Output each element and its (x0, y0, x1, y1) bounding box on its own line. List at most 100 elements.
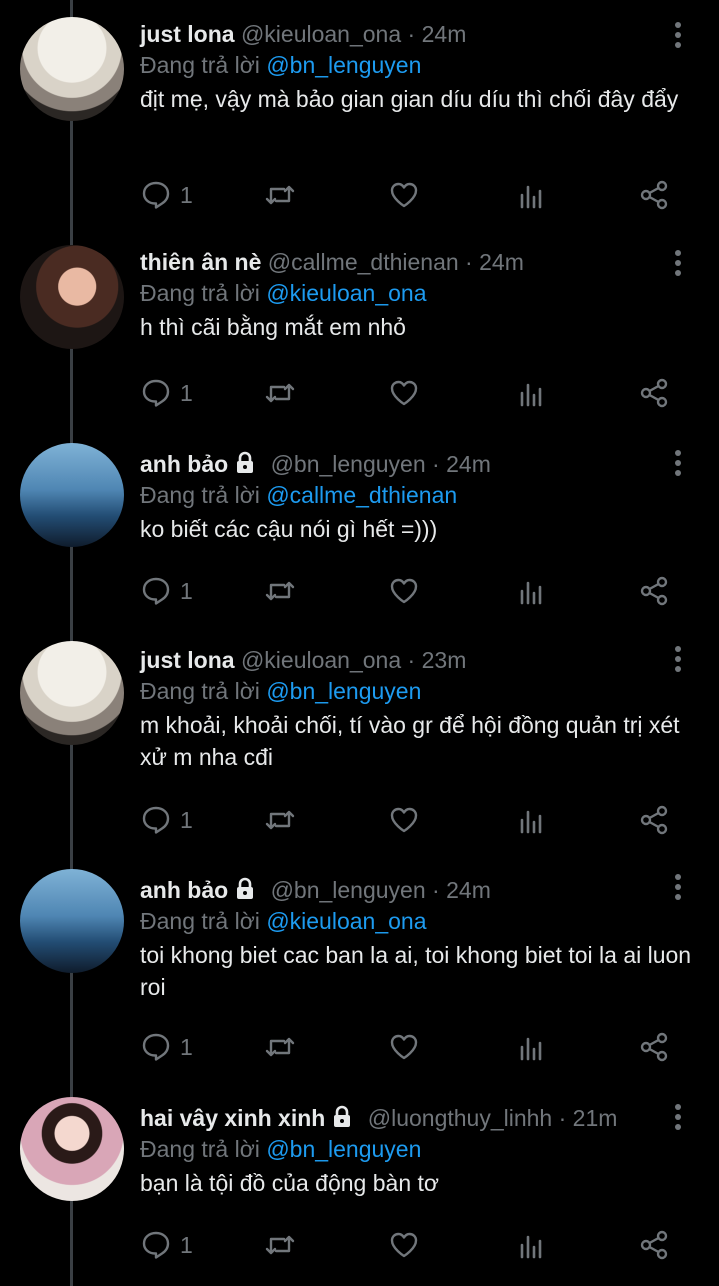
avatar[interactable] (20, 641, 124, 745)
reply-icon (142, 379, 170, 407)
heart-icon (390, 1232, 418, 1258)
reply-button[interactable]: 1 (140, 175, 193, 215)
user-handle[interactable]: @kieuloan_ona (241, 21, 401, 47)
more-vertical-icon[interactable] (663, 644, 693, 674)
reply-prefix: Đang trả lời (140, 678, 260, 704)
display-name[interactable]: anh bảo (140, 451, 228, 477)
reply-target-link[interactable]: @kieuloan_ona (266, 280, 426, 306)
retweet-button[interactable] (264, 1225, 296, 1265)
reply-icon (142, 806, 170, 834)
retweet-button[interactable] (264, 1027, 296, 1067)
views-button[interactable] (516, 571, 548, 611)
avatar[interactable] (20, 17, 124, 121)
user-handle[interactable]: @luongthuy_linhh (368, 1105, 552, 1131)
views-button[interactable] (516, 800, 548, 840)
avatar[interactable] (20, 869, 124, 973)
more-vertical-icon[interactable] (663, 1102, 693, 1132)
display-name[interactable]: thiên ân nè (140, 249, 261, 275)
share-button[interactable] (638, 1225, 670, 1265)
reply-prefix: Đang trả lời (140, 52, 260, 78)
views-icon (520, 383, 542, 407)
display-name[interactable]: just lona (140, 647, 235, 673)
tweet[interactable]: anh bảo @bn_lenguyen · 24m Đang trả lời … (0, 428, 719, 628)
views-button[interactable] (516, 373, 548, 413)
reply-icon (142, 1231, 170, 1259)
like-button[interactable] (388, 1225, 420, 1265)
reply-button[interactable]: 1 (140, 571, 193, 611)
timestamp[interactable]: 24m (446, 451, 491, 477)
more-vertical-icon[interactable] (663, 872, 693, 902)
timestamp[interactable]: 24m (446, 877, 491, 903)
reply-target-link[interactable]: @bn_lenguyen (266, 678, 421, 704)
reply-target-link[interactable]: @bn_lenguyen (266, 52, 421, 78)
like-button[interactable] (388, 373, 420, 413)
reply-button[interactable]: 1 (140, 1225, 193, 1265)
reply-prefix: Đang trả lời (140, 1136, 260, 1162)
action-bar: 1 (140, 571, 700, 611)
share-button[interactable] (638, 571, 670, 611)
tweet[interactable]: just lona @kieuloan_ona · 24m Đang trả l… (0, 0, 719, 228)
reply-target-link[interactable]: @kieuloan_ona (266, 908, 426, 934)
share-button[interactable] (638, 800, 670, 840)
avatar[interactable] (20, 443, 124, 547)
reply-button[interactable]: 1 (140, 373, 193, 413)
action-bar: 1 (140, 373, 700, 413)
tweet-header: just lona @kieuloan_ona · 23m (140, 645, 700, 675)
timestamp[interactable]: 21m (573, 1105, 618, 1131)
tweet-header: hai vây xinh xinh @luongthuy_linhh · 21m (140, 1103, 700, 1133)
user-handle[interactable]: @kieuloan_ona (241, 647, 401, 673)
tweet-header: anh bảo @bn_lenguyen · 24m (140, 875, 700, 905)
avatar[interactable] (20, 1097, 124, 1201)
reply-target-link[interactable]: @callme_dthienan (266, 482, 457, 508)
display-name[interactable]: anh bảo (140, 877, 228, 903)
views-button[interactable] (516, 1225, 548, 1265)
share-icon (640, 576, 668, 606)
display-name[interactable]: just lona (140, 21, 235, 47)
share-button[interactable] (638, 1027, 670, 1067)
user-handle[interactable]: @bn_lenguyen (271, 877, 426, 903)
like-button[interactable] (388, 800, 420, 840)
reply-icon (142, 181, 170, 209)
avatar[interactable] (20, 245, 124, 349)
like-button[interactable] (388, 1027, 420, 1067)
reply-button[interactable]: 1 (140, 800, 193, 840)
reply-icon (142, 1033, 170, 1061)
more-vertical-icon[interactable] (663, 448, 693, 478)
tweet[interactable]: anh bảo @bn_lenguyen · 24m Đang trả lời … (0, 856, 719, 1084)
separator-dot: · (407, 647, 416, 673)
tweet[interactable]: thiên ân nè @callme_dthienan · 24m Đang … (0, 228, 719, 428)
tweet[interactable]: hai vây xinh xinh @luongthuy_linhh · 21m… (0, 1084, 719, 1286)
tweet-header: anh bảo @bn_lenguyen · 24m (140, 449, 700, 479)
like-button[interactable] (388, 175, 420, 215)
share-button[interactable] (638, 175, 670, 215)
display-name[interactable]: hai vây xinh xinh (140, 1105, 325, 1131)
views-icon (520, 1235, 542, 1259)
more-vertical-icon[interactable] (663, 248, 693, 278)
replying-to: Đang trả lời @bn_lenguyen (140, 1133, 700, 1165)
like-button[interactable] (388, 571, 420, 611)
share-button[interactable] (638, 373, 670, 413)
separator-dot: · (432, 877, 440, 903)
retweet-icon (265, 383, 295, 403)
reply-target-link[interactable]: @bn_lenguyen (266, 1136, 421, 1162)
reply-prefix: Đang trả lời (140, 482, 260, 508)
timestamp[interactable]: 24m (422, 21, 467, 47)
retweet-icon (265, 1037, 295, 1057)
more-vertical-icon[interactable] (663, 20, 693, 50)
retweet-button[interactable] (264, 175, 296, 215)
timestamp[interactable]: 23m (422, 647, 467, 673)
user-handle[interactable]: @callme_dthienan (268, 249, 459, 275)
lock-icon (334, 1105, 351, 1127)
timestamp[interactable]: 24m (479, 249, 524, 275)
retweet-button[interactable] (264, 373, 296, 413)
reply-count: 1 (180, 1033, 193, 1060)
views-button[interactable] (516, 175, 548, 215)
retweet-button[interactable] (264, 571, 296, 611)
retweet-button[interactable] (264, 800, 296, 840)
tweet[interactable]: just lona @kieuloan_ona · 23m Đang trả l… (0, 628, 719, 856)
reply-prefix: Đang trả lời (140, 908, 260, 934)
user-handle[interactable]: @bn_lenguyen (271, 451, 426, 477)
reply-button[interactable]: 1 (140, 1027, 193, 1067)
views-button[interactable] (516, 1027, 548, 1067)
replying-to: Đang trả lời @kieuloan_ona (140, 905, 700, 937)
